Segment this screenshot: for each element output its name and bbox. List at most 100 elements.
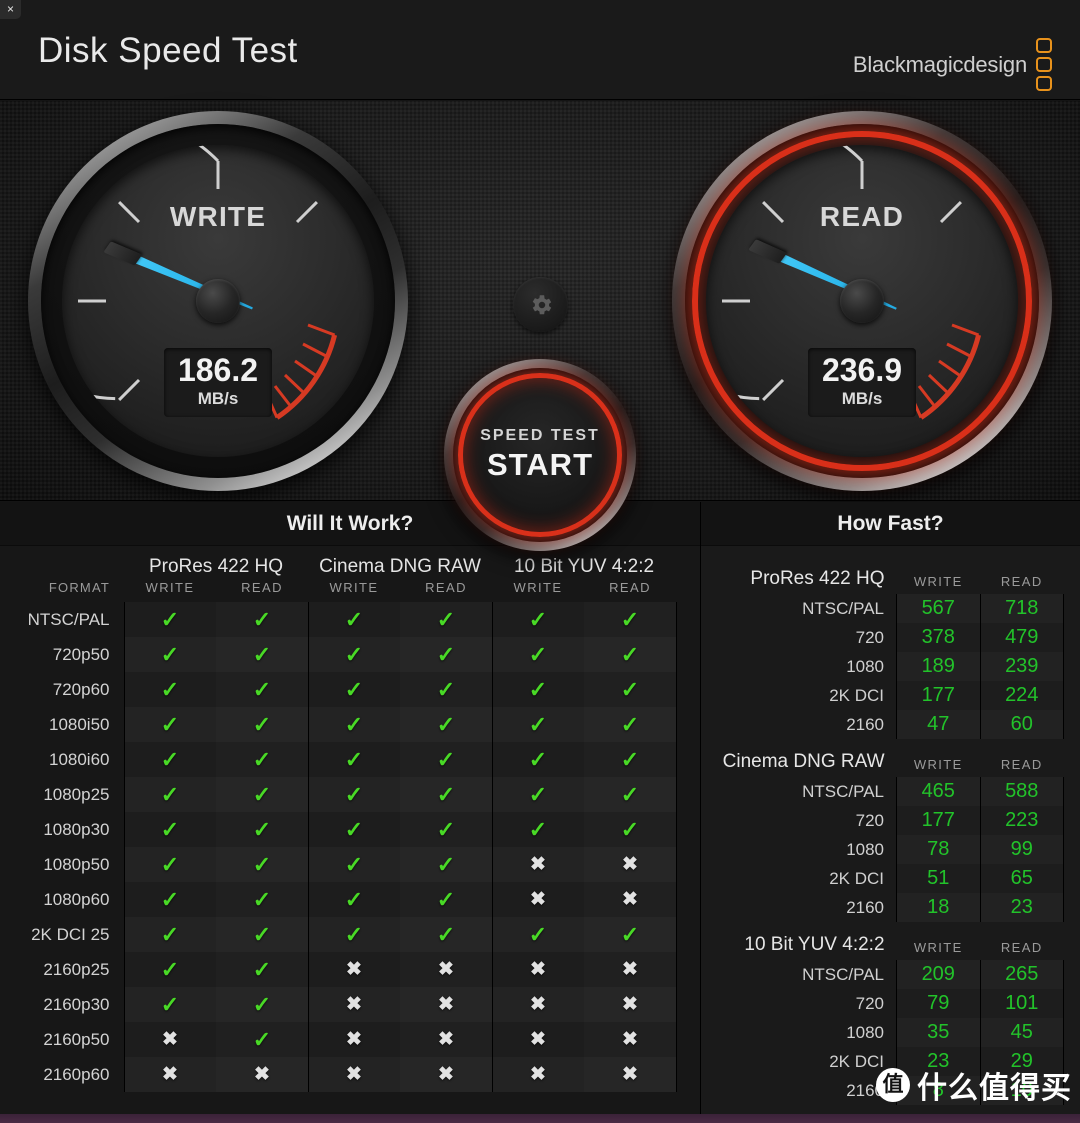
cross-icon: ✖ xyxy=(530,854,546,875)
supported-cell: ✓ xyxy=(216,672,308,707)
group-header-dng: Cinema DNG RAW xyxy=(319,556,481,577)
close-icon[interactable]: × xyxy=(0,0,21,19)
will-it-work-table: FORMAT ProRes 422 HQ Cinema DNG RAW 10 B… xyxy=(8,546,677,1092)
table-row: 720p60 ✓ ✓ ✓ ✓ ✓ ✓ xyxy=(8,672,677,707)
resolution-label: 2K DCI xyxy=(829,685,885,705)
unsupported-cell: ✖ xyxy=(400,952,492,987)
supported-cell: ✓ xyxy=(216,602,308,637)
table-row: NTSC/PAL ✓ ✓ ✓ ✓ ✓ ✓ xyxy=(8,602,677,637)
table-row: NTSC/PAL 567 718 xyxy=(701,594,1064,623)
table-head: FORMAT ProRes 422 HQ Cinema DNG RAW 10 B… xyxy=(8,546,676,602)
table-row: 2K DCI 25 ✓ ✓ ✓ ✓ ✓ ✓ xyxy=(8,917,677,952)
check-icon: ✓ xyxy=(160,711,180,737)
supported-cell: ✓ xyxy=(400,812,492,847)
supported-cell: ✓ xyxy=(400,707,492,742)
table-row: 720 79 101 xyxy=(701,989,1064,1018)
read-gauge-hub xyxy=(840,279,884,323)
how-fast-panel: How Fast? ProRes 422 HQ WRITE READ NTSC/PAL… xyxy=(701,502,1080,1123)
check-icon: ✓ xyxy=(436,606,456,632)
check-icon: ✓ xyxy=(344,921,364,947)
check-icon: ✓ xyxy=(160,886,180,912)
supported-cell: ✓ xyxy=(400,602,492,637)
format-label: 1080p60 xyxy=(43,889,110,909)
cross-icon: ✖ xyxy=(622,1064,638,1085)
supported-cell: ✓ xyxy=(216,987,308,1022)
write-gauge-label: WRITE xyxy=(169,201,267,232)
cross-icon: ✖ xyxy=(530,889,546,910)
section-name: ProRes 422 HQ xyxy=(750,568,885,589)
table-body: ProRes 422 HQ WRITE READ NTSC/PAL 567 718 720 3… xyxy=(701,556,1064,1105)
supported-cell: ✓ xyxy=(123,882,216,917)
table-row: 1080p60 ✓ ✓ ✓ ✓ ✖ ✖ xyxy=(8,882,677,917)
check-icon: ✓ xyxy=(528,606,548,632)
table-row: 2K DCI 177 224 xyxy=(701,681,1064,710)
format-label: 2160p60 xyxy=(43,1064,110,1084)
read-fps-value: 60 xyxy=(979,710,1064,739)
check-icon: ✓ xyxy=(160,606,180,632)
settings-button[interactable] xyxy=(513,277,568,332)
check-icon: ✓ xyxy=(436,886,456,912)
check-icon: ✓ xyxy=(160,851,180,877)
check-icon: ✓ xyxy=(528,641,548,667)
read-fps-value: 479 xyxy=(979,623,1064,652)
supported-cell: ✓ xyxy=(584,917,677,952)
supported-cell: ✓ xyxy=(491,812,584,847)
cross-icon: ✖ xyxy=(530,1029,546,1050)
supported-cell: ✓ xyxy=(584,672,677,707)
supported-cell: ✓ xyxy=(491,637,584,672)
write-fps-value: 35 xyxy=(896,1018,980,1047)
supported-cell: ✓ xyxy=(307,847,400,882)
supported-cell: ✓ xyxy=(584,707,677,742)
check-icon: ✓ xyxy=(160,991,180,1017)
cross-icon: ✖ xyxy=(346,1029,362,1050)
check-icon: ✓ xyxy=(344,816,364,842)
write-value: 186.2 xyxy=(177,352,259,389)
speed-test-start-button[interactable]: SPEED TEST START xyxy=(444,359,636,551)
column-header-read: READ xyxy=(1000,574,1043,589)
check-icon: ✓ xyxy=(620,606,640,632)
write-fps-value: 567 xyxy=(896,594,980,623)
check-icon: ✓ xyxy=(160,746,180,772)
supported-cell: ✓ xyxy=(216,637,308,672)
results-area: Will It Work? FORMAT ProRes 422 HQ Cinem… xyxy=(0,502,1080,1123)
unsupported-cell: ✖ xyxy=(123,1057,216,1092)
read-value: 236.9 xyxy=(821,352,903,389)
unsupported-cell: ✖ xyxy=(584,882,677,917)
supported-cell: ✓ xyxy=(307,602,400,637)
check-icon: ✓ xyxy=(344,641,364,667)
check-icon: ✓ xyxy=(436,781,456,807)
supported-cell: ✓ xyxy=(491,602,584,637)
will-it-work-table-wrap: FORMAT ProRes 422 HQ Cinema DNG RAW 10 B… xyxy=(0,546,700,1092)
write-fps-value: 51 xyxy=(896,864,980,893)
table-row: 2K DCI 51 65 xyxy=(701,864,1064,893)
table-row: 2160p25 ✓ ✓ ✖ ✖ ✖ ✖ xyxy=(8,952,677,987)
check-icon: ✓ xyxy=(620,711,640,737)
supported-cell: ✓ xyxy=(584,602,677,637)
app-header: Disk Speed Test Blackmagicdesign xyxy=(0,0,1080,100)
supported-cell: ✓ xyxy=(123,777,216,812)
write-fps-value: 209 xyxy=(896,960,980,989)
supported-cell: ✓ xyxy=(491,672,584,707)
cross-icon: ✖ xyxy=(346,1064,362,1085)
check-icon: ✓ xyxy=(160,956,180,982)
check-icon: ✓ xyxy=(252,641,272,667)
check-icon: ✓ xyxy=(528,676,548,702)
supported-cell: ✓ xyxy=(307,917,400,952)
check-icon: ✓ xyxy=(252,711,272,737)
write-fps-value: 18 xyxy=(896,893,980,922)
format-label: 1080p50 xyxy=(43,854,110,874)
table-row: 1080 78 99 xyxy=(701,835,1064,864)
cross-icon: ✖ xyxy=(622,994,638,1015)
read-gauge: READ 236.9 MB/s xyxy=(672,111,1052,491)
table-body: NTSC/PAL ✓ ✓ ✓ ✓ ✓ ✓ 720p50 ✓ ✓ ✓ ✓ ✓ ✓ 720p60 ✓ ✓ ✓ ✓ ✓ ✓ 10… xyxy=(8,602,677,1092)
read-fps-value: 718 xyxy=(979,594,1064,623)
check-icon: ✓ xyxy=(436,816,456,842)
how-fast-table-wrap: ProRes 422 HQ WRITE READ NTSC/PAL 567 718 720 3… xyxy=(701,546,1080,1105)
table-row: 1080p25 ✓ ✓ ✓ ✓ ✓ ✓ xyxy=(8,777,677,812)
write-fps-value: 78 xyxy=(896,835,980,864)
supported-cell: ✓ xyxy=(400,742,492,777)
unsupported-cell: ✖ xyxy=(491,987,584,1022)
supported-cell: ✓ xyxy=(123,847,216,882)
supported-cell: ✓ xyxy=(216,952,308,987)
supported-cell: ✓ xyxy=(400,672,492,707)
